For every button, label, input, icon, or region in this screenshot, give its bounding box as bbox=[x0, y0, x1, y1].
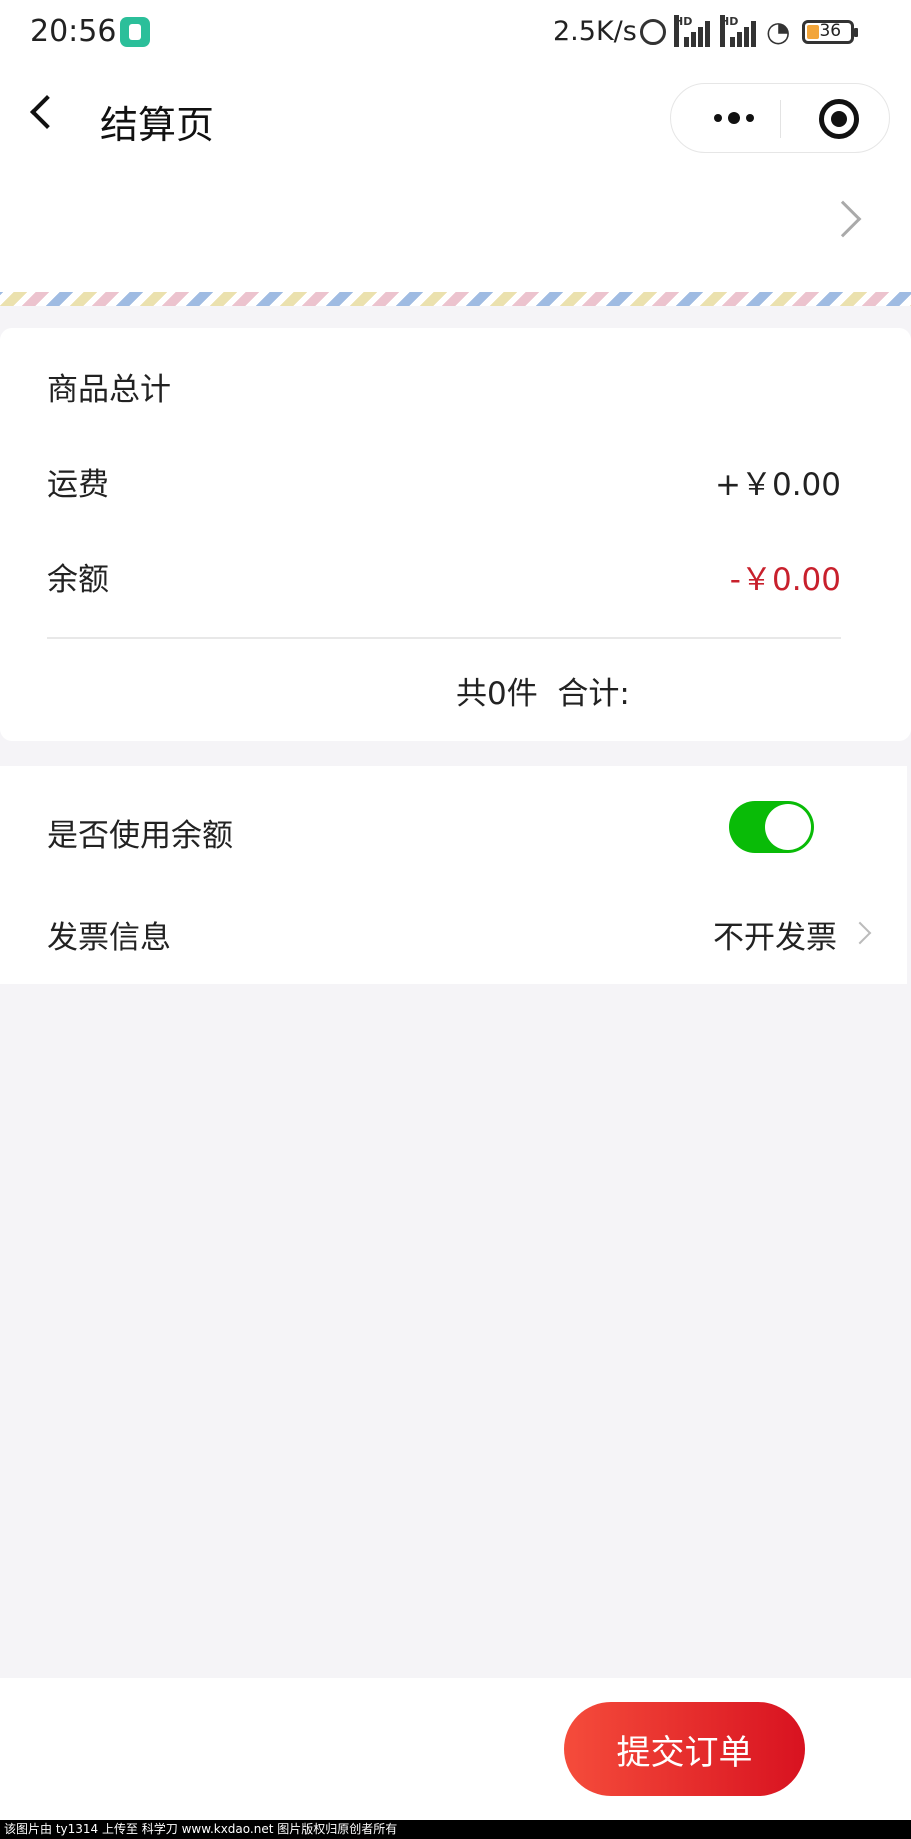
goods-total-label: 商品总计 bbox=[47, 372, 171, 408]
use-balance-toggle[interactable] bbox=[729, 801, 814, 853]
balance-label: 余额 bbox=[47, 562, 109, 598]
mini-program-capsule bbox=[670, 83, 890, 153]
use-balance-label: 是否使用余额 bbox=[47, 818, 233, 854]
shipping-value: +￥0.00 bbox=[715, 467, 841, 503]
close-mini-program-icon[interactable] bbox=[819, 99, 859, 139]
network-speed: 2.5K/s bbox=[553, 16, 637, 47]
address-decor-stripe bbox=[0, 286, 911, 306]
nav-bar: 结算页 bbox=[0, 66, 911, 172]
hd-label: HD bbox=[674, 15, 692, 47]
chevron-right-icon bbox=[824, 200, 862, 238]
signal-icon: HD bbox=[674, 15, 712, 47]
order-total-text: 共0件 合计: bbox=[456, 676, 630, 712]
bottom-bar: 提交订单 bbox=[0, 1678, 911, 1820]
signal-icon: HD bbox=[720, 15, 758, 47]
battery-level: 36 bbox=[819, 21, 842, 41]
page-title: 结算页 bbox=[100, 103, 215, 147]
summary-divider bbox=[47, 637, 841, 639]
address-selector[interactable] bbox=[0, 172, 911, 306]
hd-label: HD bbox=[720, 15, 738, 47]
shipping-label: 运费 bbox=[47, 467, 109, 503]
status-time: 20:56 bbox=[30, 14, 117, 49]
status-icons: HD HD ◔ 36 bbox=[640, 14, 859, 50]
watermark-text: 该图片由 ty1314 上传至 科学刀 www.kxdao.net 图片版权归原… bbox=[0, 1820, 911, 1839]
order-options-card: 是否使用余额 发票信息 不开发票 bbox=[0, 766, 907, 984]
order-summary-card: 商品总计 运费 +￥0.00 余额 -￥0.00 共0件 合计: bbox=[0, 328, 911, 741]
more-icon[interactable] bbox=[699, 84, 769, 152]
capsule-divider bbox=[780, 100, 781, 138]
invoice-value[interactable]: 不开发票 bbox=[713, 912, 837, 957]
submit-order-button[interactable]: 提交订单 bbox=[564, 1702, 805, 1796]
toggle-knob bbox=[765, 804, 811, 850]
checkout-page: 20:56 2.5K/s HD HD ◔ 36 结算页 商品总计 运费 +￥0.… bbox=[0, 0, 911, 1839]
app-shield-icon bbox=[120, 17, 150, 47]
alarm-icon bbox=[640, 19, 666, 45]
back-arrow-icon[interactable] bbox=[30, 95, 64, 129]
invoice-label: 发票信息 bbox=[47, 920, 171, 956]
battery-icon: 36 bbox=[802, 20, 859, 44]
balance-value: -￥0.00 bbox=[729, 562, 841, 598]
wifi-icon: ◔ bbox=[766, 15, 791, 48]
status-bar: 20:56 2.5K/s HD HD ◔ 36 bbox=[0, 0, 911, 66]
